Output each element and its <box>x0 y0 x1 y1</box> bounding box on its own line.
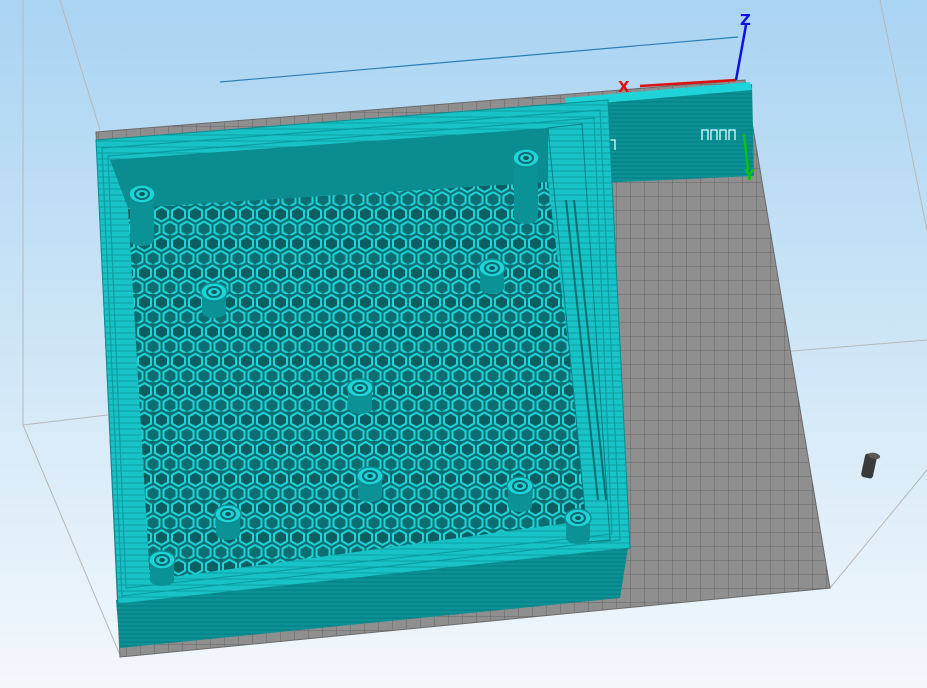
standoff-post <box>200 282 228 318</box>
standoff-post <box>506 476 534 512</box>
standoff-post <box>512 148 540 224</box>
z-axis-label: Z <box>740 11 751 29</box>
standoff-post <box>564 508 592 544</box>
standoff-post <box>346 378 374 414</box>
x-axis-label: X <box>618 78 630 96</box>
slicer-scene[interactable]: X Y Z <box>0 0 927 688</box>
3d-viewport[interactable]: X Y Z <box>0 0 927 688</box>
standoff-post <box>148 550 176 586</box>
standoff-post <box>356 466 384 502</box>
standoff-post <box>214 504 242 540</box>
standoff-post <box>128 184 156 246</box>
y-axis-label: Y <box>743 166 756 184</box>
standoff-post <box>478 258 506 294</box>
